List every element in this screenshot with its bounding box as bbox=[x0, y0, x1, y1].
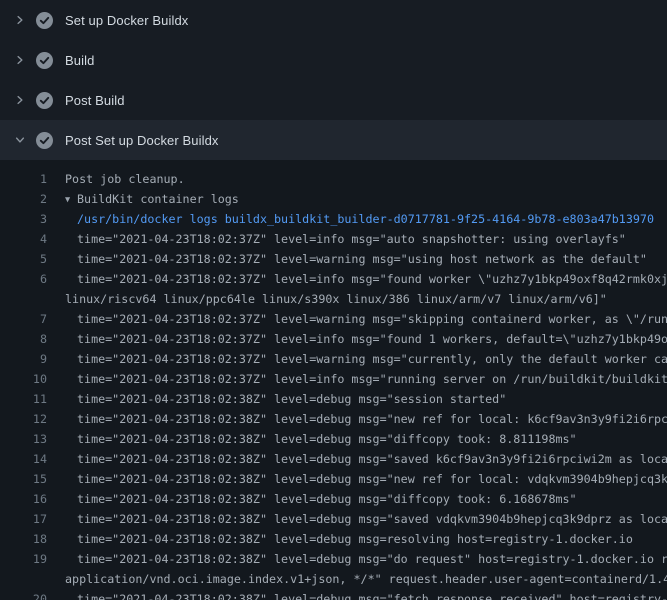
line-number[interactable]: 11 bbox=[0, 389, 47, 409]
log-line: 18time="2021-04-23T18:02:38Z" level=debu… bbox=[0, 529, 667, 549]
log-group-toggle[interactable]: ▼BuildKit container logs bbox=[47, 189, 239, 209]
line-number[interactable]: 8 bbox=[0, 329, 47, 349]
log-line: 16time="2021-04-23T18:02:38Z" level=debu… bbox=[0, 489, 667, 509]
line-number[interactable]: 12 bbox=[0, 409, 47, 429]
log-text: time="2021-04-23T18:02:38Z" level=debug … bbox=[47, 589, 667, 600]
log-line: 13time="2021-04-23T18:02:38Z" level=debu… bbox=[0, 429, 667, 449]
log-line: 4time="2021-04-23T18:02:37Z" level=info … bbox=[0, 229, 667, 249]
log-text: time="2021-04-23T18:02:38Z" level=debug … bbox=[47, 469, 667, 489]
log-line: 17time="2021-04-23T18:02:38Z" level=debu… bbox=[0, 509, 667, 529]
check-circle-icon bbox=[36, 12, 53, 29]
group-label: BuildKit container logs bbox=[77, 192, 239, 206]
log-text: time="2021-04-23T18:02:37Z" level=warnin… bbox=[47, 349, 667, 369]
log-line: 20time="2021-04-23T18:02:38Z" level=debu… bbox=[0, 589, 667, 600]
log-text: time="2021-04-23T18:02:38Z" level=debug … bbox=[47, 429, 577, 449]
log-line-continuation: linux/riscv64 linux/ppc64le linux/s390x … bbox=[0, 289, 667, 309]
step-row[interactable]: Post Set up Docker Buildx bbox=[0, 120, 667, 160]
log-line: 14time="2021-04-23T18:02:38Z" level=debu… bbox=[0, 449, 667, 469]
log-line: 11time="2021-04-23T18:02:38Z" level=debu… bbox=[0, 389, 667, 409]
log-line: 3/usr/bin/docker logs buildx_buildkit_bu… bbox=[0, 209, 667, 229]
log-command-text: /usr/bin/docker logs buildx_buildkit_bui… bbox=[47, 209, 654, 229]
log-line: 9time="2021-04-23T18:02:37Z" level=warni… bbox=[0, 349, 667, 369]
line-number[interactable]: 10 bbox=[0, 369, 47, 389]
step-label: Post Build bbox=[65, 93, 125, 108]
line-number[interactable]: 5 bbox=[0, 249, 47, 269]
line-number[interactable]: 19 bbox=[0, 549, 47, 569]
line-number[interactable]: 16 bbox=[0, 489, 47, 509]
log-line: 12time="2021-04-23T18:02:38Z" level=debu… bbox=[0, 409, 667, 429]
log-line: 2▼BuildKit container logs bbox=[0, 189, 667, 209]
log-text: application/vnd.oci.image.index.v1+json,… bbox=[47, 569, 667, 589]
chevron-right-icon bbox=[14, 94, 26, 106]
log-text: time="2021-04-23T18:02:38Z" level=debug … bbox=[47, 489, 577, 509]
line-number[interactable]: 1 bbox=[0, 169, 47, 189]
line-number[interactable]: 18 bbox=[0, 529, 47, 549]
log-text: time="2021-04-23T18:02:38Z" level=debug … bbox=[47, 409, 667, 429]
log-text: Post job cleanup. bbox=[47, 169, 185, 189]
log-line: 5time="2021-04-23T18:02:37Z" level=warni… bbox=[0, 249, 667, 269]
line-number[interactable]: 7 bbox=[0, 309, 47, 329]
log-text: time="2021-04-23T18:02:38Z" level=debug … bbox=[47, 509, 667, 529]
chevron-right-icon bbox=[14, 54, 26, 66]
log-text: time="2021-04-23T18:02:37Z" level=info m… bbox=[47, 229, 626, 249]
line-number[interactable]: 2 bbox=[0, 189, 47, 209]
log-text: time="2021-04-23T18:02:37Z" level=info m… bbox=[47, 329, 667, 349]
line-number[interactable]: 20 bbox=[0, 589, 47, 600]
log-line: 6time="2021-04-23T18:02:37Z" level=info … bbox=[0, 269, 667, 289]
line-number[interactable]: 6 bbox=[0, 269, 47, 289]
log-text: time="2021-04-23T18:02:37Z" level=info m… bbox=[47, 269, 667, 289]
log-line: 15time="2021-04-23T18:02:38Z" level=debu… bbox=[0, 469, 667, 489]
log-line: 1Post job cleanup. bbox=[0, 169, 667, 189]
log-view: 1Post job cleanup.2▼BuildKit container l… bbox=[0, 160, 667, 600]
step-label: Post Set up Docker Buildx bbox=[65, 133, 219, 148]
line-number[interactable]: 17 bbox=[0, 509, 47, 529]
log-text: time="2021-04-23T18:02:37Z" level=info m… bbox=[47, 369, 667, 389]
log-line: 10time="2021-04-23T18:02:37Z" level=info… bbox=[0, 369, 667, 389]
step-row[interactable]: Set up Docker Buildx bbox=[0, 0, 667, 40]
line-number[interactable]: 13 bbox=[0, 429, 47, 449]
line-number[interactable]: 14 bbox=[0, 449, 47, 469]
log-text: time="2021-04-23T18:02:38Z" level=debug … bbox=[47, 389, 506, 409]
line-number bbox=[0, 569, 47, 589]
line-number[interactable]: 15 bbox=[0, 469, 47, 489]
log-text: time="2021-04-23T18:02:38Z" level=debug … bbox=[47, 549, 667, 569]
step-row[interactable]: Post Build bbox=[0, 80, 667, 120]
check-circle-icon bbox=[36, 92, 53, 109]
triangle-down-icon: ▼ bbox=[65, 190, 77, 210]
log-line: 8time="2021-04-23T18:02:37Z" level=info … bbox=[0, 329, 667, 349]
check-circle-icon bbox=[36, 52, 53, 69]
log-line: 19time="2021-04-23T18:02:38Z" level=debu… bbox=[0, 549, 667, 569]
step-label: Build bbox=[65, 53, 94, 68]
log-line-continuation: application/vnd.oci.image.index.v1+json,… bbox=[0, 569, 667, 589]
check-circle-icon bbox=[36, 132, 53, 149]
chevron-right-icon bbox=[14, 14, 26, 26]
step-label: Set up Docker Buildx bbox=[65, 13, 188, 28]
line-number[interactable]: 3 bbox=[0, 209, 47, 229]
log-text: linux/riscv64 linux/ppc64le linux/s390x … bbox=[47, 289, 607, 309]
step-row[interactable]: Build bbox=[0, 40, 667, 80]
line-number bbox=[0, 289, 47, 309]
line-number[interactable]: 4 bbox=[0, 229, 47, 249]
log-text: time="2021-04-23T18:02:37Z" level=warnin… bbox=[47, 309, 667, 329]
steps-list: Set up Docker Buildx Build Post Build Post … bbox=[0, 0, 667, 160]
log-text: time="2021-04-23T18:02:37Z" level=warnin… bbox=[47, 249, 647, 269]
line-number[interactable]: 9 bbox=[0, 349, 47, 369]
log-text: time="2021-04-23T18:02:38Z" level=debug … bbox=[47, 529, 633, 549]
log-text: time="2021-04-23T18:02:38Z" level=debug … bbox=[47, 449, 667, 469]
chevron-down-icon bbox=[14, 134, 26, 146]
log-line: 7time="2021-04-23T18:02:37Z" level=warni… bbox=[0, 309, 667, 329]
